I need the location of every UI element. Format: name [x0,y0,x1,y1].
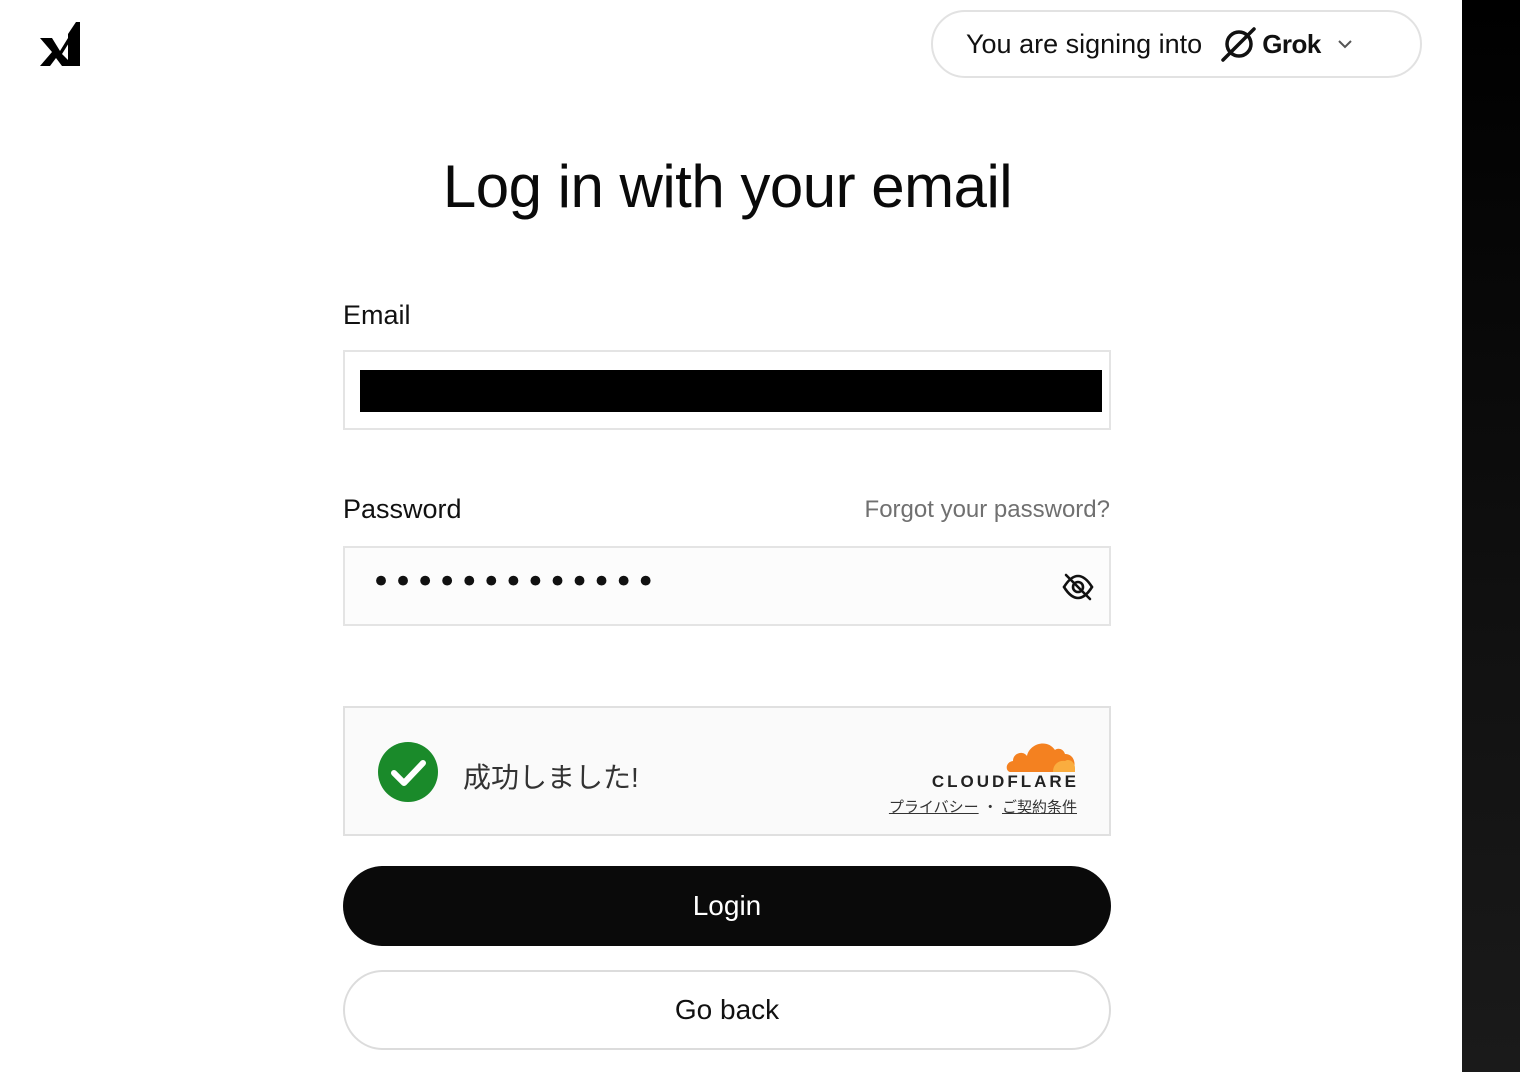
link-separator: ・ [982,799,998,816]
go-back-button[interactable]: Go back [343,970,1111,1050]
email-label: Email [343,300,411,330]
login-page: You are signing into Grok Log in with yo… [0,0,1520,1072]
password-label: Password [343,494,462,524]
captcha-status-text: 成功しました! [463,762,639,793]
grok-logo-icon [1221,27,1256,62]
chevron-down-icon [1338,40,1352,49]
terms-link[interactable]: ご契約条件 [1002,799,1077,816]
page-title: Log in with your email [442,153,1013,220]
xai-logo-icon[interactable] [38,20,82,68]
product-name: Grok [1262,28,1321,59]
password-field[interactable]: ••••••••••••• [343,546,1111,626]
signing-into-text: You are signing into [966,28,1203,59]
check-circle-icon [378,742,438,802]
login-button[interactable]: Login [343,866,1111,946]
email-field[interactable] [343,350,1111,430]
forgot-password-link[interactable]: Forgot your password? [865,496,1110,524]
password-masked-value: ••••••••••••• [371,562,658,602]
captcha-links: プライバシー ・ ご契約条件 [889,796,1077,817]
cloudflare-cloud-icon [1006,743,1075,772]
eye-off-icon[interactable] [1061,570,1095,604]
product-selector[interactable]: You are signing into Grok [931,10,1422,78]
captcha-widget[interactable]: 成功しました! CLOUDFLARE プライバシー ・ ご契約条件 [343,706,1111,836]
privacy-link[interactable]: プライバシー [889,799,979,816]
cloudflare-brand: CLOUDFLARE [931,772,1079,791]
redacted-email-value [360,370,1102,412]
background-edge [1462,0,1520,1072]
